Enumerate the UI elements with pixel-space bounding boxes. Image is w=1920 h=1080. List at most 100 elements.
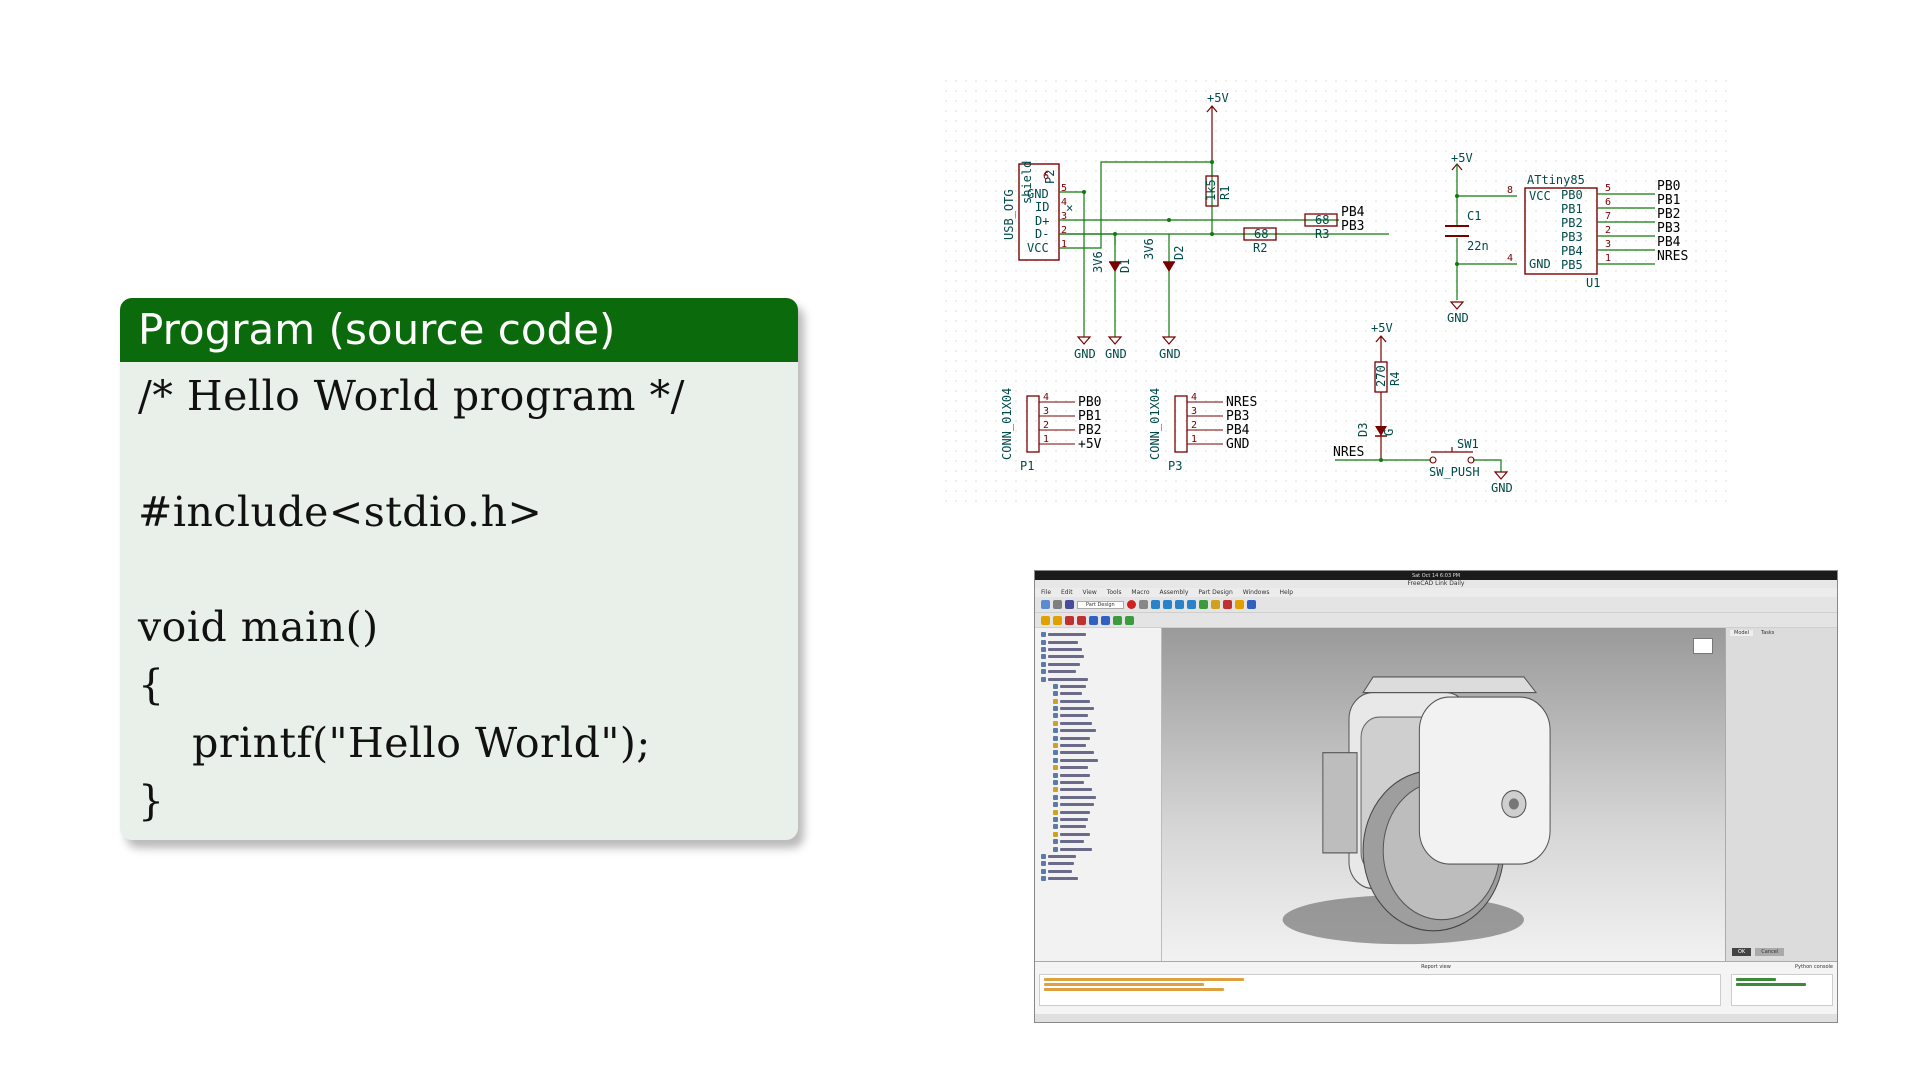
menu-edit[interactable]: Edit [1061,589,1073,596]
tree-item[interactable] [1039,690,1157,697]
tree-item[interactable] [1039,845,1157,852]
tab-tasks[interactable]: Tasks [1757,630,1778,636]
tree-item[interactable] [1039,742,1157,749]
pocket-icon[interactable] [1246,600,1256,609]
tree-item[interactable] [1039,757,1157,764]
view-right-icon[interactable] [1186,600,1196,609]
open-icon[interactable] [1053,600,1062,609]
menu-part-design[interactable]: Part Design [1198,589,1232,596]
new-icon[interactable] [1041,600,1050,609]
python-console[interactable] [1731,974,1833,1006]
tree-item-label [1060,788,1092,792]
navigation-cube-icon[interactable] [1693,638,1713,654]
menu-help[interactable]: Help [1279,589,1293,596]
p3-pin-number: 4 [1191,392,1197,403]
usb-pin-name: GND [1027,187,1049,201]
code-line: /* Hello World program */ [138,372,685,420]
tree-item[interactable] [1039,734,1157,741]
menu-file[interactable]: File [1041,589,1051,596]
menu-macro[interactable]: Macro [1131,589,1149,596]
tree-item[interactable] [1039,808,1157,815]
tree-item[interactable] [1039,653,1157,660]
r4-value: 270 [1374,365,1388,387]
u1-pin-number: 2 [1605,225,1611,236]
tree-item[interactable] [1039,801,1157,808]
tree-item[interactable] [1039,720,1157,727]
tree-item-label [1060,803,1094,807]
loft-icon[interactable] [1053,615,1062,625]
tree-item[interactable] [1039,771,1157,778]
tree-item[interactable] [1039,816,1157,823]
chamfer-icon[interactable] [1101,615,1110,625]
model-tree[interactable] [1035,628,1162,962]
block-title: Program (source code) [120,298,798,362]
sketch-icon[interactable] [1222,600,1232,609]
r3-ref: R3 [1315,227,1329,241]
report-view[interactable] [1039,974,1721,1006]
view-front-icon[interactable] [1162,600,1172,609]
tree-item[interactable] [1039,675,1157,682]
mirror-icon[interactable] [1113,615,1122,625]
tree-item-icon [1053,839,1058,845]
tree-item-label [1048,677,1088,681]
tree-item[interactable] [1039,698,1157,705]
groove-icon[interactable] [1065,615,1074,625]
cancel-button[interactable]: Cancel [1755,948,1785,956]
status-bar [1035,1014,1837,1022]
record-macro-icon[interactable] [1126,600,1136,609]
tree-item-icon [1053,831,1058,837]
tree-item[interactable] [1039,779,1157,786]
tree-item-icon [1041,669,1046,675]
workbench-selector[interactable]: Part Design [1077,600,1124,609]
pattern-icon[interactable] [1125,615,1134,625]
tree-item[interactable] [1039,668,1157,675]
revolve-icon[interactable] [1041,615,1050,625]
tree-item[interactable] [1039,727,1157,734]
stop-icon[interactable] [1138,600,1148,609]
menu-windows[interactable]: Windows [1243,589,1270,596]
ok-button[interactable]: OK [1732,948,1752,956]
tree-item[interactable] [1039,631,1157,638]
tree-item[interactable] [1039,853,1157,860]
3d-viewport[interactable] [1162,628,1725,962]
pad-icon[interactable] [1234,600,1244,609]
tree-item-icon [1041,639,1046,645]
net-label: PB3 [1341,219,1364,234]
tree-item[interactable] [1039,661,1157,668]
body-icon[interactable] [1210,600,1220,609]
tree-item[interactable] [1039,683,1157,690]
tree-item[interactable] [1039,868,1157,875]
tree-item[interactable] [1039,860,1157,867]
fillet-icon[interactable] [1089,615,1098,625]
tree-item[interactable] [1039,823,1157,830]
power-label: +5V [1451,151,1473,165]
view-fit-icon[interactable] [1150,600,1160,609]
tree-item-icon [1053,816,1058,822]
r2-ref: R2 [1253,241,1267,255]
view-top-icon[interactable] [1174,600,1184,609]
tree-item[interactable] [1039,646,1157,653]
save-icon[interactable] [1065,600,1074,609]
menu-assembly[interactable]: Assembly [1159,589,1188,596]
tree-item[interactable] [1039,838,1157,845]
u1-pin-name: PB4 [1561,244,1583,258]
menu-view[interactable]: View [1083,589,1097,596]
gnd-label: GND [1159,347,1181,361]
tab-model[interactable]: Model [1730,630,1754,636]
tree-item-label [1048,862,1074,866]
tree-item[interactable] [1039,749,1157,756]
tree-item-label [1060,714,1088,718]
part-icon[interactable] [1198,600,1208,609]
tree-item[interactable] [1039,638,1157,645]
tree-item[interactable] [1039,875,1157,882]
hole-icon[interactable] [1077,615,1086,625]
tree-item[interactable] [1039,764,1157,771]
tree-item[interactable] [1039,786,1157,793]
tree-item[interactable] [1039,831,1157,838]
menu-tools[interactable]: Tools [1107,589,1122,596]
tree-item-icon [1041,646,1046,652]
tree-item-label [1060,847,1092,851]
tree-item[interactable] [1039,705,1157,712]
tree-item[interactable] [1039,794,1157,801]
tree-item[interactable] [1039,712,1157,719]
